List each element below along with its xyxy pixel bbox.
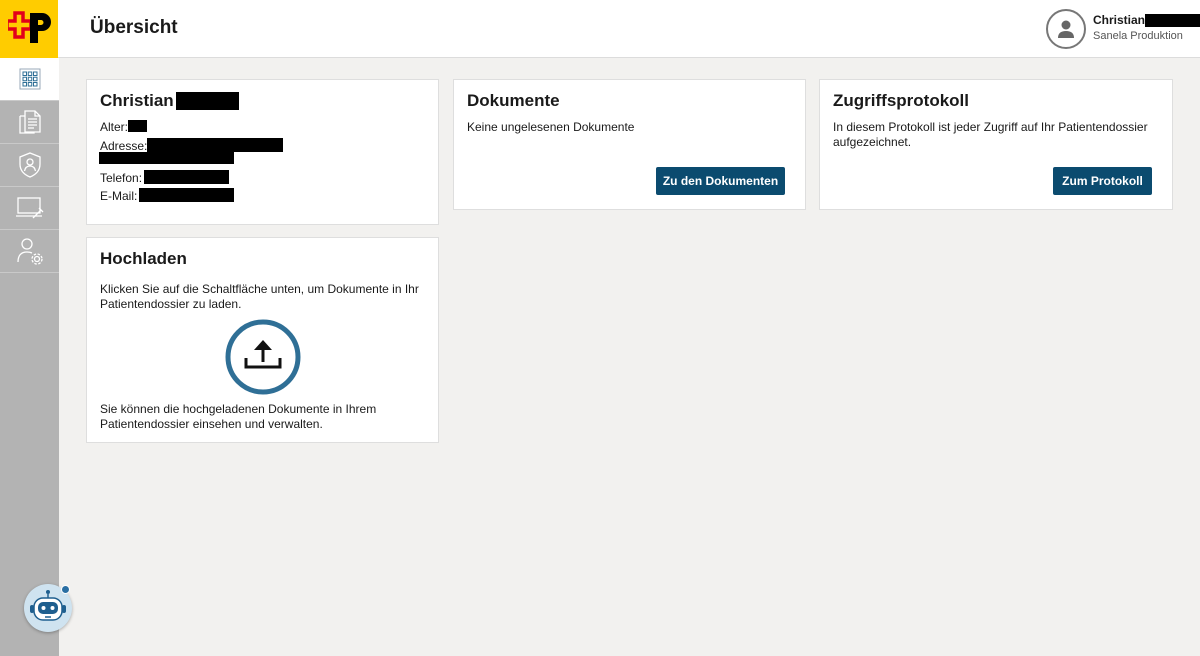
redacted-email — [139, 188, 235, 202]
address-label: Adresse: — [100, 139, 148, 153]
sidebar-item-settings-devices[interactable] — [0, 187, 59, 230]
redacted-surname — [175, 92, 239, 110]
patient-card: Christian Alter: Adresse: Telefon: E-Mai… — [86, 79, 439, 225]
monitor-tools-icon — [15, 197, 43, 219]
sidebar — [0, 58, 59, 656]
documents-card: Dokumente Keine ungelesenen Dokumente Zu… — [453, 79, 806, 210]
sidebar-item-permissions[interactable] — [0, 144, 59, 187]
phone-label: Telefon: — [100, 171, 143, 185]
notification-dot — [61, 585, 70, 594]
access-log-text: In diesem Protokoll ist jeder Zugriff au… — [833, 120, 1148, 149]
user-avatar[interactable] — [1046, 9, 1086, 49]
grid-icon — [19, 68, 40, 90]
page-title: Übersicht — [90, 17, 178, 38]
redacted-address — [147, 138, 284, 152]
redacted-phone — [144, 170, 230, 184]
documents-status-text: Keine ungelesenen Dokumente — [467, 120, 635, 134]
upload-card: Hochladen Klicken Sie auf die Schaltfläc… — [86, 237, 439, 443]
shield-user-icon — [18, 152, 41, 178]
sidebar-item-account-settings[interactable] — [0, 230, 59, 273]
upload-info-text: Sie können die hochgeladenen Dokumente i… — [100, 402, 377, 431]
go-to-documents-button[interactable]: Zu den Dokumenten — [656, 167, 785, 195]
sidebar-item-documents[interactable] — [0, 101, 59, 144]
age-row: Alter: — [100, 120, 148, 135]
upload-button[interactable] — [224, 318, 302, 396]
sidebar-item-overview[interactable] — [0, 58, 59, 101]
upload-icon — [225, 319, 301, 395]
redacted-address-line2 — [99, 152, 234, 164]
age-label: Alter: — [100, 120, 129, 134]
access-log-title: Zugriffsprotokoll — [833, 91, 969, 110]
patient-name-heading: Christian — [100, 91, 239, 111]
go-to-protocol-button[interactable]: Zum Protokoll — [1053, 167, 1152, 195]
documents-icon — [18, 110, 41, 134]
redacted-surname — [1145, 13, 1200, 27]
post-logo[interactable] — [0, 0, 58, 58]
user-icon — [1058, 20, 1074, 38]
upload-instruction-text: Klicken Sie auf die Schaltfläche unten, … — [100, 282, 419, 311]
user-name-row: Christian — [1093, 13, 1200, 27]
user-settings-icon — [16, 238, 43, 265]
email-row: E-Mail: — [100, 188, 235, 204]
upload-title: Hochladen — [100, 249, 187, 268]
patient-first-name: Christian — [100, 91, 174, 110]
user-info[interactable]: Christian Sanela Produktion — [1093, 13, 1200, 42]
redacted-age — [128, 120, 148, 132]
app-header: Übersicht Christian Sanela Produktion — [0, 0, 1200, 58]
user-organisation: Sanela Produktion — [1093, 30, 1183, 42]
post-logo-icon — [8, 11, 51, 43]
phone-row: Telefon: — [100, 170, 230, 186]
user-name: Christian — [1093, 13, 1146, 27]
access-log-card: Zugriffsprotokoll In diesem Protokoll is… — [819, 79, 1173, 210]
email-label: E-Mail: — [100, 189, 138, 203]
documents-title: Dokumente — [467, 91, 560, 110]
